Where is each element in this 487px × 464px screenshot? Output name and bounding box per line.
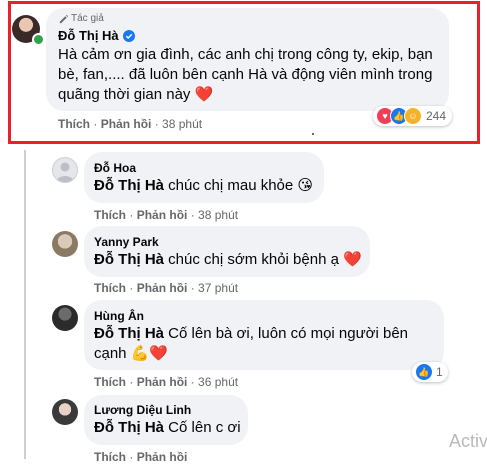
mention-tag[interactable]: Đỗ Thị Hà xyxy=(94,177,164,194)
reply-action[interactable]: Phản hồi xyxy=(137,208,188,222)
author-name[interactable]: Đỗ Thị Hà xyxy=(58,28,119,43)
author-comment-text: Hà cảm ơn gia đình, các anh chị trong cô… xyxy=(58,45,443,105)
reply-avatar-hung-an[interactable] xyxy=(52,305,78,331)
reply-reactions[interactable]: 👍 1 xyxy=(412,362,448,382)
like-action[interactable]: Thích xyxy=(94,208,126,222)
default-avatar-icon xyxy=(56,162,74,182)
reply-avatar-luong-dieu-linh[interactable] xyxy=(52,399,78,425)
like-action[interactable]: Thích xyxy=(94,281,126,295)
reaction-count: 244 xyxy=(426,109,447,123)
author-badge: Tác giả xyxy=(58,13,104,24)
reply-body: chúc chị sớm khỏi bệnh ạ xyxy=(168,251,339,268)
like-action[interactable]: Thích xyxy=(94,375,126,389)
comment-time[interactable]: 38 phút xyxy=(198,208,238,222)
mention-tag[interactable]: Đỗ Thị Hà xyxy=(94,419,164,436)
reply-avatar-do-hoa[interactable] xyxy=(52,157,78,183)
reply-body-line1: Cố lên bà ơi, luôn có mọi người bên xyxy=(168,325,409,342)
reply-action[interactable]: Phản hồi xyxy=(101,117,152,131)
care-icon: ☺ xyxy=(404,107,422,125)
mention-tag[interactable]: Đỗ Thị Hà xyxy=(94,251,164,268)
comment-time[interactable]: 37 phút xyxy=(198,281,238,295)
like-action[interactable]: Thích xyxy=(94,450,126,464)
comment-time[interactable]: 38 phút xyxy=(162,117,202,131)
reply-text: Đỗ Thị Hà Cố lên c ơi xyxy=(94,418,241,438)
reply-action[interactable]: Phản hồi xyxy=(137,281,188,295)
reply-avatar-yanny-park[interactable] xyxy=(52,231,78,257)
author-actions: Thích · Phản hồi · 38 phút xyxy=(58,117,203,131)
reply-author-name[interactable]: Hùng Ân xyxy=(94,309,144,323)
reply-body-line2: cạnh xyxy=(94,345,127,362)
online-indicator xyxy=(32,33,45,46)
reply-actions: Thích · Phản hồi · 37 phút xyxy=(94,281,239,295)
like-icon: 👍 xyxy=(415,363,433,381)
reply-body: Cố lên c ơi xyxy=(168,419,241,436)
like-count: 1 xyxy=(436,365,443,379)
divider-dot xyxy=(312,133,314,135)
reply-action[interactable]: Phản hồi xyxy=(137,375,188,389)
verified-icon xyxy=(122,29,135,42)
reply-actions: Thích · Phản hồi xyxy=(94,450,188,464)
reply-actions: Thích · Phản hồi · 38 phút xyxy=(94,208,239,222)
reply-text: Đỗ Thị Hà chúc chị mau khỏe 😘 xyxy=(94,176,313,196)
activation-watermark: Activ xyxy=(449,431,487,451)
reply-author-name[interactable]: Đỗ Hoa xyxy=(94,161,136,175)
author-comment-body: Hà cảm ơn gia đình, các anh chị trong cô… xyxy=(58,46,433,103)
reply-action[interactable]: Phản hồi xyxy=(137,450,188,464)
heart-emoji: ❤️ xyxy=(194,86,214,103)
reply-body: chúc chị mau khỏe xyxy=(168,177,294,194)
reply-author-name[interactable]: Lương Diệu Linh xyxy=(94,403,191,417)
reply-emoji: ❤️ xyxy=(343,251,362,268)
reply-thread-line xyxy=(24,150,26,459)
mention-tag[interactable]: Đỗ Thị Hà xyxy=(94,325,164,342)
author-badge-label: Tác giả xyxy=(71,13,104,24)
reply-text: Đỗ Thị Hà chúc chị sớm khỏi bệnh ạ ❤️ xyxy=(94,250,362,270)
comment-time[interactable]: 36 phút xyxy=(198,375,238,389)
pen-icon xyxy=(59,14,69,24)
reply-actions: Thích · Phản hồi · 36 phút xyxy=(94,375,239,389)
reply-author-name[interactable]: Yanny Park xyxy=(94,235,159,249)
author-name-row: Đỗ Thị Hà xyxy=(58,28,135,43)
author-reactions[interactable]: ♥ 👍 ☺ 244 xyxy=(373,106,453,126)
reply-text: Đỗ Thị Hà Cố lên bà ơi, luôn có mọi ngườ… xyxy=(94,324,439,364)
reply-emoji: 💪❤️ xyxy=(130,345,169,362)
like-action[interactable]: Thích xyxy=(58,117,90,131)
reply-emoji: 😘 xyxy=(297,177,314,194)
